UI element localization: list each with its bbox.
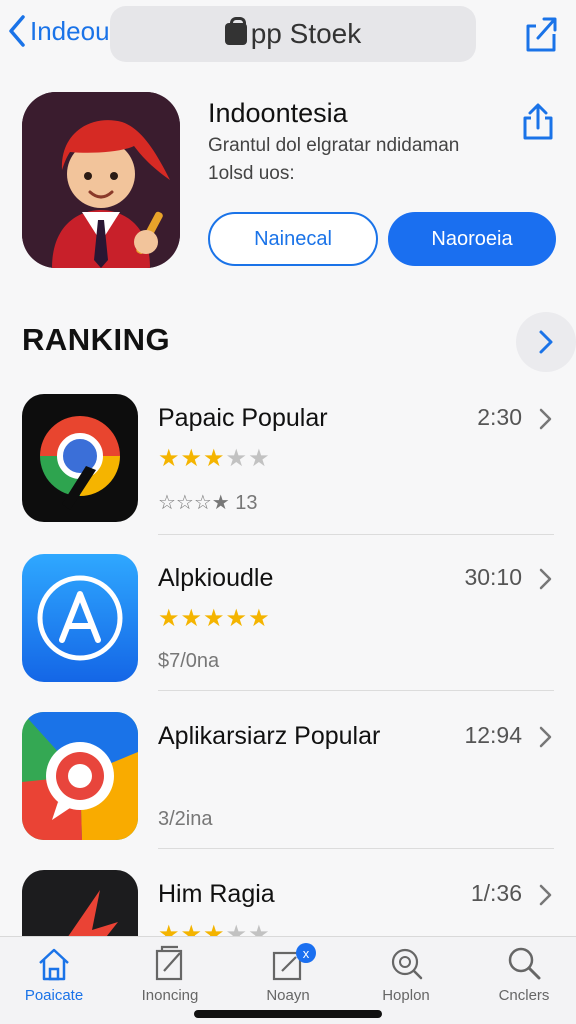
tab-label: Cnclers — [498, 987, 550, 1004]
app-store-icon — [22, 554, 138, 682]
tab-label: Inoncing — [141, 987, 199, 1004]
rank-time: 2:30 — [477, 404, 522, 430]
tab-label: Noayn — [266, 987, 310, 1004]
store-title: pp Stoek — [250, 18, 362, 49]
primary-action-button[interactable]: Naoroeia — [388, 212, 556, 266]
chevron-right-icon — [539, 726, 552, 748]
app-meta: 3/2ina — [158, 808, 213, 830]
tab-search-doc[interactable]: Hoplon — [356, 945, 456, 1015]
tab-home[interactable]: Poaicate — [4, 945, 104, 1015]
home-icon — [39, 948, 69, 981]
home-indicator — [194, 1010, 382, 1018]
chevron-right-icon — [539, 330, 553, 354]
divider — [158, 690, 554, 691]
chevron-left-icon — [9, 15, 25, 47]
divider — [158, 848, 554, 849]
featured-app: Indoontesia Grantul dol elgratar ndidama… — [22, 92, 562, 272]
chevron-right-icon — [539, 408, 552, 430]
app-subtitle: Grantul dol elgratar ndidaman 1olsd uos: — [208, 135, 460, 184]
tab-search[interactable]: Cnclers — [474, 945, 574, 1015]
rating-stars: ★★★★★ — [158, 921, 271, 936]
tab-edit-doc[interactable]: Inoncing — [120, 945, 220, 1015]
edit-doc-icon — [155, 945, 183, 981]
back-button[interactable]: Indeoun — [8, 14, 124, 48]
top-bar: Indeoun pp Stoek — [0, 0, 576, 72]
app-meta: ☆☆☆★ 13 — [158, 492, 258, 514]
store-title-pill: pp Stoek — [110, 6, 476, 62]
rank-time: 12:94 — [464, 722, 522, 748]
tab-label: Poaicate — [24, 987, 84, 1004]
search-icon — [508, 947, 541, 980]
app-avatar-icon[interactable] — [22, 92, 180, 268]
app-name: Alpkioudle — [158, 564, 274, 592]
rank-time: 30:10 — [464, 564, 522, 590]
rank-time: 1/:36 — [470, 880, 522, 906]
list-item[interactable]: Aplikarsiarz Popular 12:94 3/2ina — [0, 712, 576, 870]
share-icon[interactable] — [520, 102, 556, 142]
list-item[interactable]: Him Ragia 1/:36 ★★★★★ — [0, 870, 576, 936]
app-name: Him Ragia — [158, 880, 275, 908]
bag-icon — [224, 17, 247, 45]
rating-stars: ★★★★★ — [158, 445, 271, 472]
app-title: Indoontesia — [208, 98, 348, 128]
divider — [158, 534, 554, 535]
chevron-right-icon — [539, 568, 552, 590]
app-icon — [22, 870, 138, 936]
tab-label: Hoplon — [382, 987, 430, 1004]
see-all-button[interactable] — [516, 312, 576, 372]
app-name: Papaic Popular — [158, 404, 328, 432]
secondary-action-button[interactable]: Nainecal — [208, 212, 378, 266]
search-doc-icon — [391, 948, 423, 980]
tab-write[interactable]: x Noayn — [238, 943, 338, 1015]
app-name: Aplikarsiarz Popular — [158, 722, 381, 750]
list-item[interactable]: Papaic Popular 2:30 ★★★★★ ☆☆☆★ 13 — [0, 394, 576, 552]
rating-stars: ★★★★★ — [158, 605, 271, 632]
app-meta: $7/0na — [158, 650, 220, 672]
chevron-right-icon — [539, 884, 552, 906]
app-icon — [22, 394, 138, 522]
notification-badge: x — [296, 943, 316, 963]
share-icon[interactable] — [522, 14, 560, 54]
list-item[interactable]: Alpkioudle 30:10 ★★★★★ $7/0na — [0, 554, 576, 712]
section-title: RANKING — [22, 322, 171, 357]
app-icon — [22, 712, 138, 840]
